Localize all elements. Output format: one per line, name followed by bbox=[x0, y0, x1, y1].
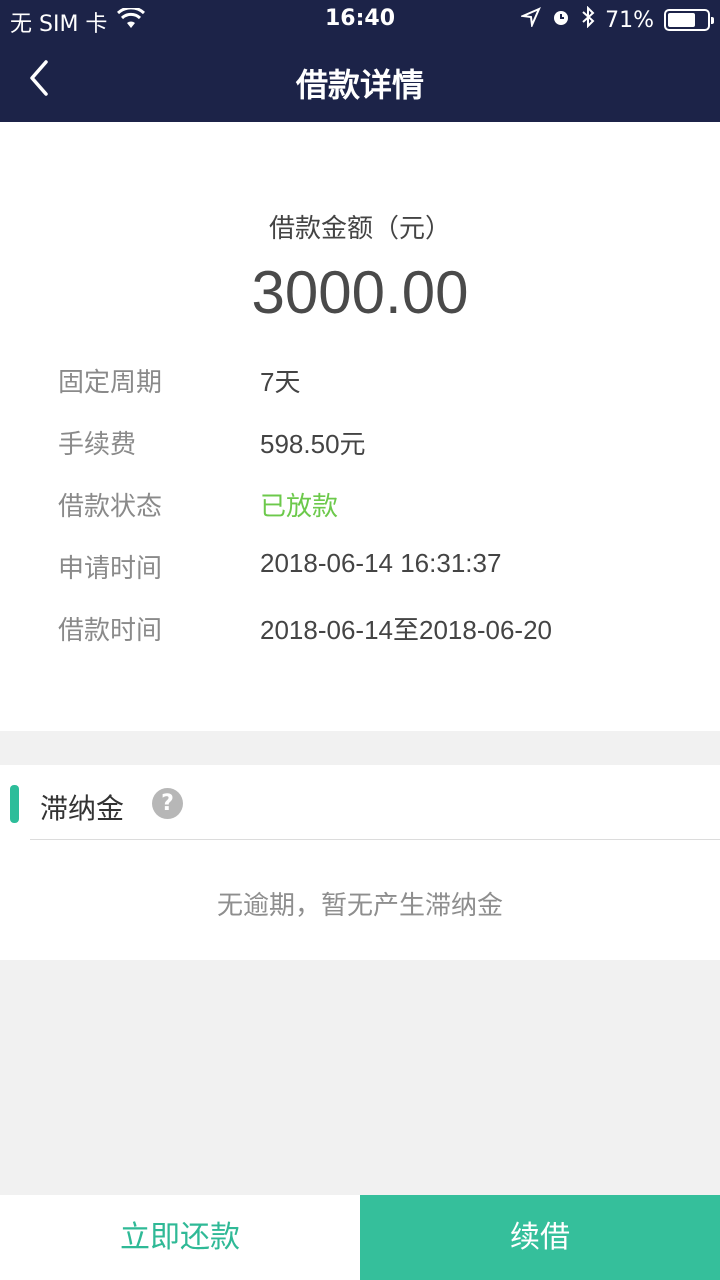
loan-summary-card: 借款金额（元） 3000.00 固定周期 7天 手续费 598.50元 借款状态… bbox=[0, 122, 720, 731]
detail-label: 申请时间 bbox=[58, 554, 163, 584]
detail-value: 2018-06-14至2018-06-20 bbox=[260, 615, 552, 645]
loan-details: 固定周期 7天 手续费 598.50元 借款状态 已放款 申请时间 2018-0… bbox=[0, 362, 720, 672]
alarm-icon bbox=[551, 7, 571, 33]
detail-label: 借款时间 bbox=[58, 616, 163, 646]
detail-label: 固定周期 bbox=[58, 368, 163, 398]
app-header: 无 SIM 卡 16:40 71% 借款详情 bbox=[0, 0, 720, 122]
divider bbox=[30, 839, 720, 840]
repay-now-button[interactable]: 立即还款 bbox=[0, 1195, 360, 1280]
detail-row-apply-time: 申请时间 2018-06-14 16:31:37 bbox=[0, 548, 720, 610]
battery-percent: 71% bbox=[605, 7, 654, 33]
detail-row-fee: 手续费 598.50元 bbox=[0, 424, 720, 486]
battery-level bbox=[668, 13, 695, 27]
renew-loan-button[interactable]: 续借 bbox=[360, 1195, 720, 1280]
section-title: 滞纳金 bbox=[40, 792, 125, 825]
battery-icon bbox=[664, 9, 714, 31]
empty-state-text: 无逾期，暂无产生滞纳金 bbox=[216, 891, 503, 921]
detail-label: 借款状态 bbox=[58, 492, 163, 522]
detail-row-loan-time: 借款时间 2018-06-14至2018-06-20 bbox=[0, 610, 720, 672]
detail-row-period: 固定周期 7天 bbox=[0, 362, 720, 424]
page-title: 借款详情 bbox=[295, 66, 424, 104]
bottom-action-bar: 立即还款 续借 bbox=[0, 1195, 720, 1280]
section-accent-bar bbox=[10, 785, 19, 823]
detail-value: 2018-06-14 16:31:37 bbox=[260, 548, 502, 578]
detail-value: 598.50元 bbox=[260, 429, 366, 459]
status-badge: 已放款 bbox=[260, 491, 339, 521]
late-fee-section: 滞纳金 ? 无逾期，暂无产生滞纳金 bbox=[0, 765, 720, 960]
location-icon bbox=[519, 7, 542, 33]
detail-row-status: 借款状态 已放款 bbox=[0, 486, 720, 548]
navbar: 借款详情 bbox=[0, 40, 720, 122]
detail-value: 7天 bbox=[260, 367, 301, 397]
detail-label: 手续费 bbox=[58, 430, 137, 460]
loan-amount: 3000.00 bbox=[251, 259, 469, 326]
amount-label: 借款金额（元） bbox=[268, 214, 451, 244]
status-right: 71% bbox=[519, 5, 714, 34]
status-bar: 无 SIM 卡 16:40 71% bbox=[0, 0, 720, 40]
bluetooth-icon bbox=[581, 5, 595, 34]
question-icon[interactable]: ? bbox=[152, 788, 183, 819]
